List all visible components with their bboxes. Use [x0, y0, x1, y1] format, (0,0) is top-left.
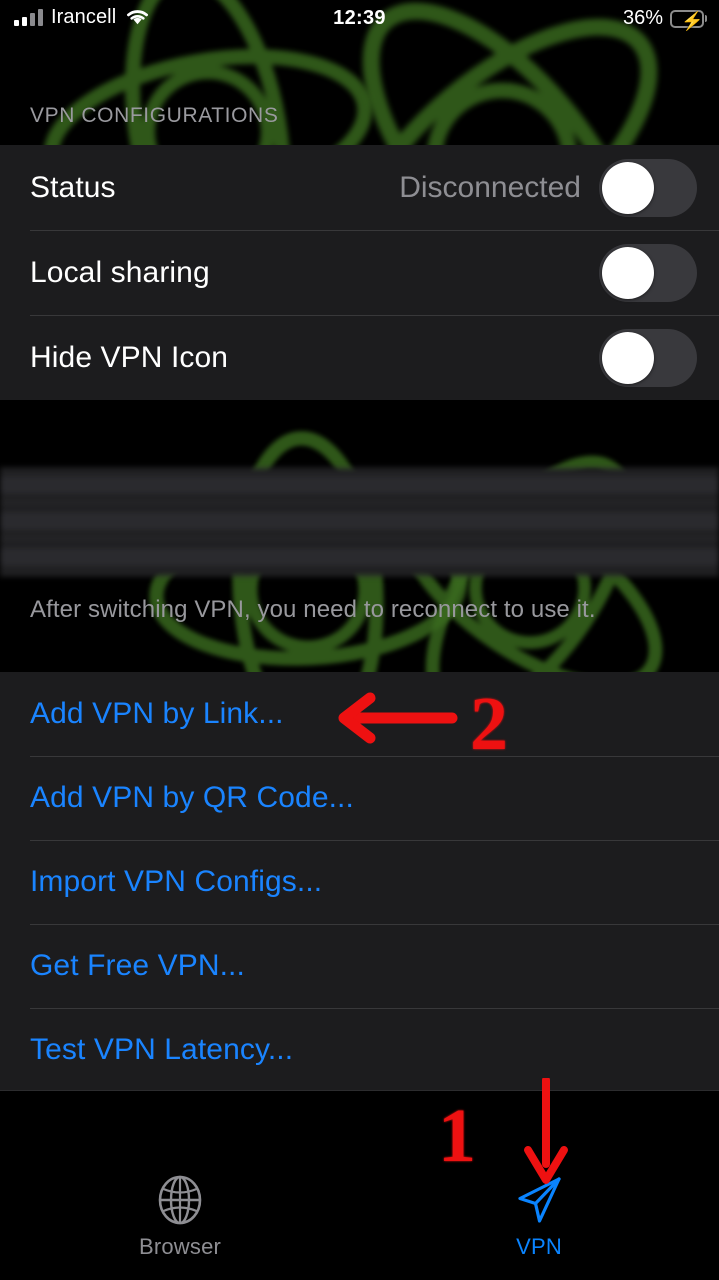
hide-vpn-icon-toggle[interactable] [599, 328, 697, 387]
footnote-text: After switching VPN, you need to reconne… [30, 596, 596, 623]
setting-label-local-sharing: Local sharing [30, 255, 210, 289]
setting-row-local-sharing[interactable]: Local sharing [0, 230, 719, 315]
local-sharing-toggle[interactable] [599, 243, 697, 302]
tab-label-vpn: VPN [516, 1234, 562, 1259]
obscured-config-list[interactable] [0, 468, 719, 576]
action-test-vpn-latency[interactable]: Test VPN Latency... [0, 1008, 719, 1092]
setting-label-hide-vpn-icon: Hide VPN Icon [30, 340, 229, 374]
paper-plane-icon [511, 1172, 567, 1228]
globe-icon [153, 1172, 207, 1228]
tab-vpn[interactable]: VPN [409, 1160, 669, 1280]
setting-row-status[interactable]: Status Disconnected [0, 145, 719, 230]
action-add-vpn-by-qr-code[interactable]: Add VPN by QR Code... [0, 756, 719, 840]
setting-row-hide-vpn-icon[interactable]: Hide VPN Icon [0, 315, 719, 400]
battery-icon: ⚡ [670, 9, 707, 31]
status-bar-right: 36% ⚡ [622, 7, 707, 31]
setting-label-status: Status [30, 170, 116, 204]
status-bar-clock: 12:39 [333, 7, 386, 29]
settings-card: Status Disconnected Local sharing Hide V… [0, 145, 719, 400]
battery-percent-label: 36% [622, 7, 663, 29]
tab-bar: Browser VPN [0, 1090, 719, 1280]
phone-screen: Irancell 12:39 36% ⚡ VPN CONFIGURATIONS … [0, 0, 719, 1280]
action-label-get-free-vpn: Get Free VPN... [30, 949, 245, 982]
status-bar: Irancell 12:39 36% ⚡ [0, 0, 719, 40]
action-import-vpn-configs[interactable]: Import VPN Configs... [0, 840, 719, 924]
tab-browser[interactable]: Browser [50, 1160, 310, 1280]
action-label-test-vpn-latency: Test VPN Latency... [30, 1033, 294, 1066]
tab-label-browser: Browser [138, 1234, 222, 1259]
action-label-add-vpn-by-link: Add VPN by Link... [30, 697, 284, 730]
action-add-vpn-by-link[interactable]: Add VPN by Link... [0, 672, 719, 756]
section-header-vpn-configurations: VPN CONFIGURATIONS [30, 104, 279, 127]
vpn-actions-card: Add VPN by Link... Add VPN by QR Code...… [0, 672, 719, 1092]
action-label-import-vpn-configs: Import VPN Configs... [30, 865, 323, 898]
main-content: VPN CONFIGURATIONS Status Disconnected L… [0, 0, 719, 1280]
action-label-add-vpn-by-qr-code: Add VPN by QR Code... [30, 781, 354, 814]
action-get-free-vpn[interactable]: Get Free VPN... [0, 924, 719, 1008]
status-toggle[interactable] [599, 158, 697, 217]
charging-bolt-icon: ⚡ [681, 10, 704, 31]
status-value: Disconnected [399, 170, 581, 204]
